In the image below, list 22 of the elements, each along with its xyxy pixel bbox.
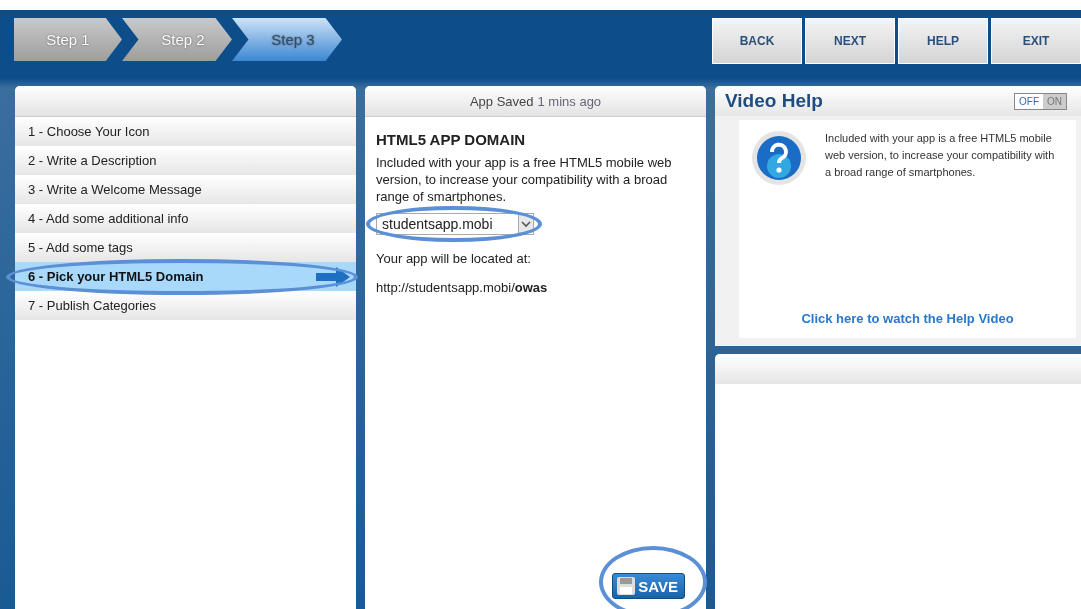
status-label: App Saved bbox=[469, 93, 534, 109]
step-tab[interactable]: Step 3 bbox=[232, 18, 342, 61]
sidebar-item[interactable]: 7 - Publish Categories bbox=[15, 291, 356, 320]
panel-title: Video Help bbox=[725, 90, 823, 112]
location-label: Your app will be located at: bbox=[376, 251, 532, 266]
arrow-icon bbox=[316, 266, 350, 287]
status-time: 1 mins ago bbox=[537, 93, 602, 109]
sidebar-item[interactable]: 1 - Choose Your Icon bbox=[15, 117, 356, 146]
floppy-icon bbox=[616, 576, 637, 596]
nav-button[interactable]: EXIT bbox=[991, 18, 1081, 64]
nav-button[interactable]: BACK bbox=[712, 18, 802, 64]
location-url: http://studentsapp.mobi/owas bbox=[376, 280, 549, 295]
nav-button[interactable]: NEXT bbox=[805, 18, 895, 64]
save-button[interactable]: SAVE bbox=[612, 573, 685, 599]
help-text: Included with your app is a free HTML5 mobile web version, to increase your compatibility with a broad range of smartphones. bbox=[825, 131, 1055, 180]
help-video-link[interactable]: Click here to watch the Help Video bbox=[801, 311, 1014, 326]
question-icon bbox=[751, 130, 807, 186]
domain-select[interactable]: studentsapp.mobi bbox=[376, 213, 534, 235]
nav-button[interactable]: HELP bbox=[898, 18, 988, 64]
section-heading: HTML5 APP DOMAIN bbox=[376, 131, 527, 148]
description-text: Included with your app is a free HTML5 mobile web version, to increase your compatibility with a broad range of smartphones. bbox=[376, 154, 673, 205]
toggle-switch[interactable]: OFF ON bbox=[1014, 92, 1067, 110]
